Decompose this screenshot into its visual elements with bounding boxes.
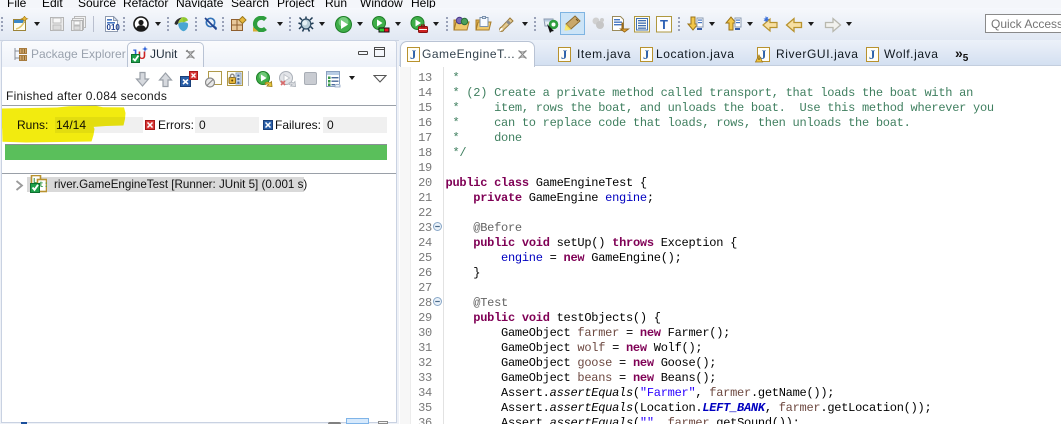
svg-text:J: J: [643, 48, 649, 62]
svg-text:t:: t:: [39, 181, 47, 190]
svg-text:T: T: [660, 17, 668, 32]
svg-text:J: J: [869, 48, 875, 62]
svg-text:J: J: [410, 48, 416, 62]
svg-text:J: J: [561, 48, 567, 62]
svg-text:010: 010: [107, 23, 121, 32]
